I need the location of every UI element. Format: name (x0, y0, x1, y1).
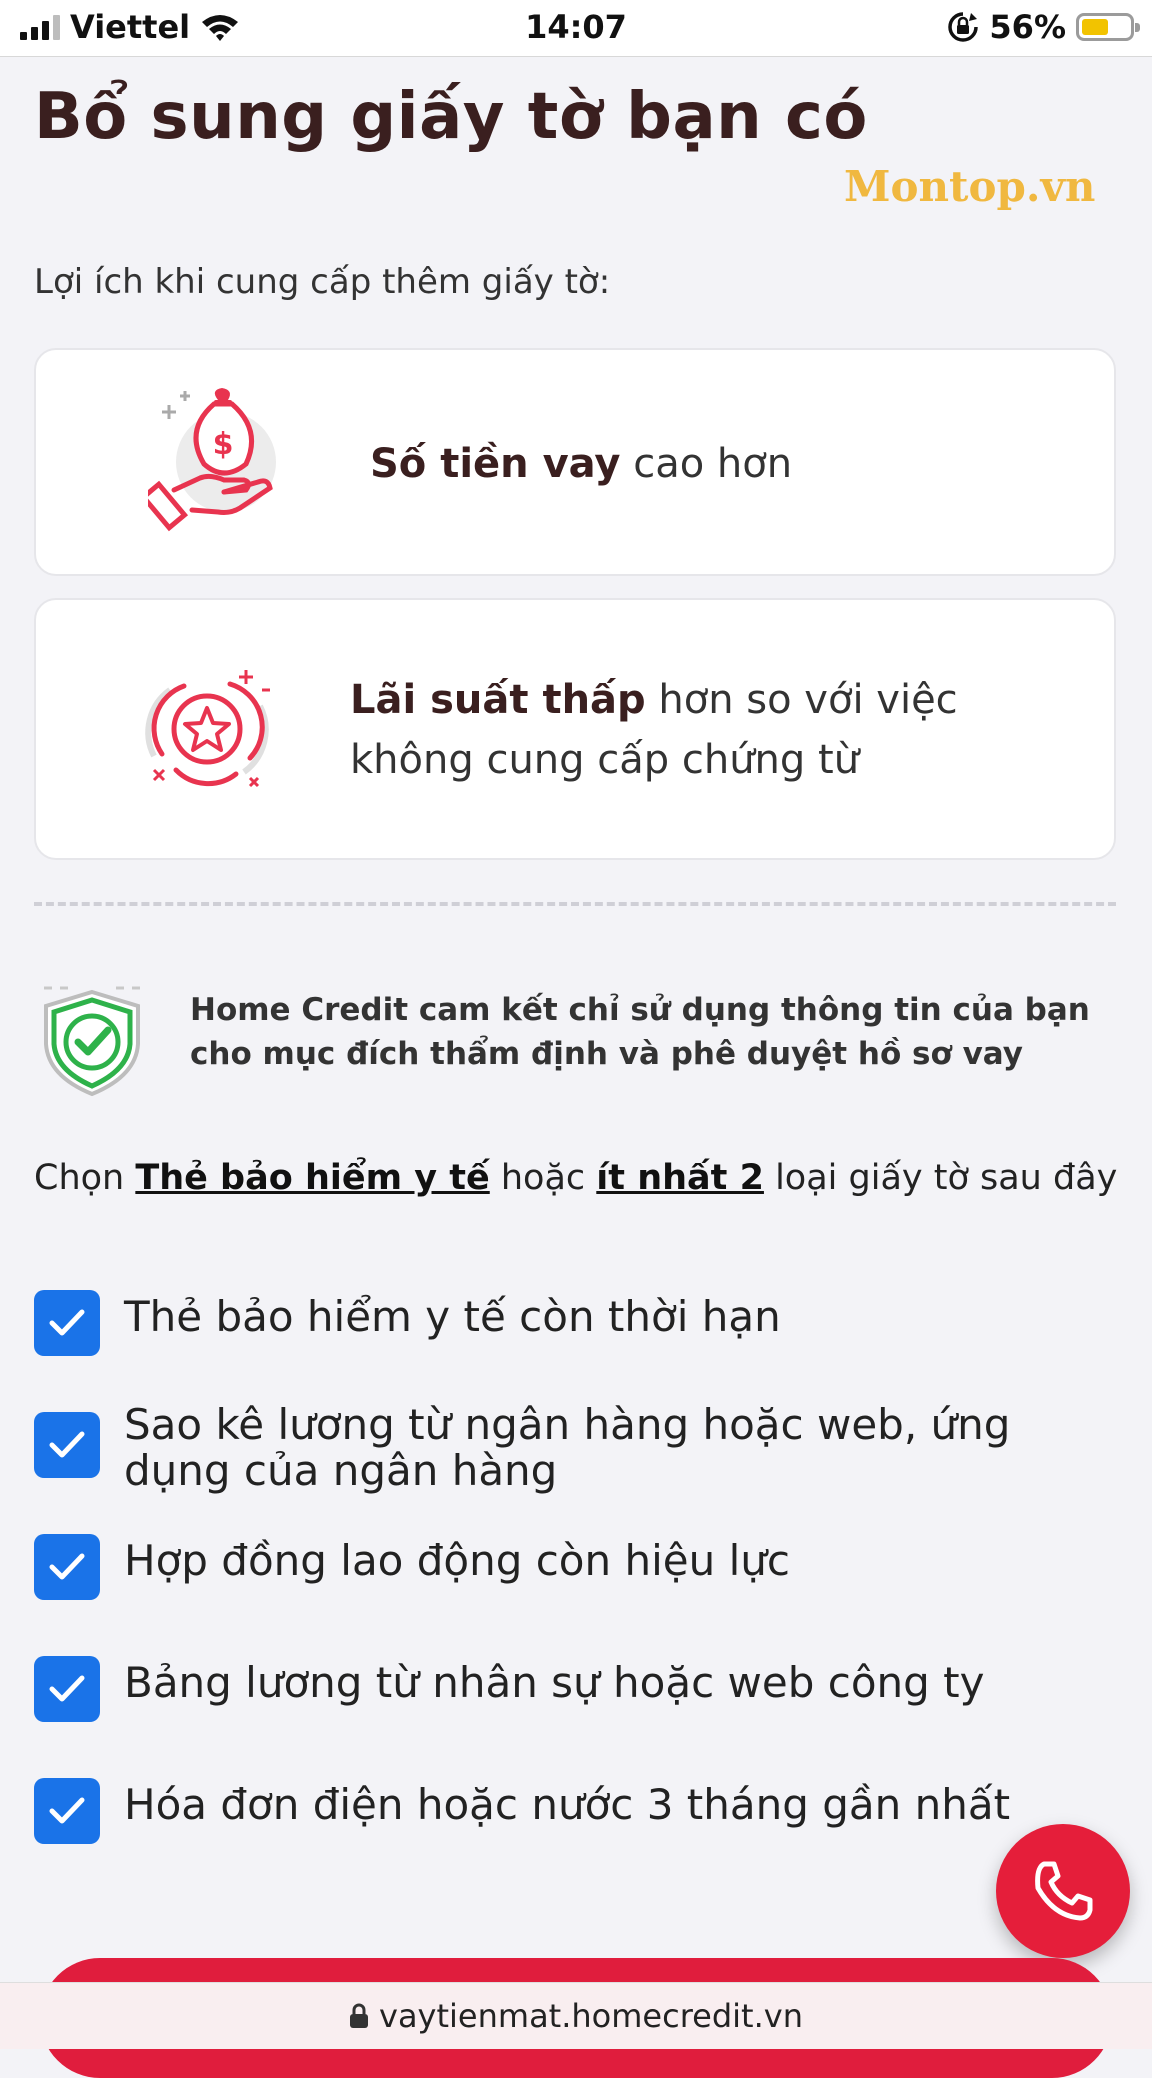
benefit-bold: Lãi suất thấp (350, 677, 646, 723)
benefit-rest: cao hơn (620, 441, 793, 487)
page-title: Bổ sung giấy tờ bạn có (34, 80, 868, 154)
instruction-suffix: loại giấy tờ sau đây (763, 1158, 1118, 1198)
check-icon (49, 1553, 85, 1580)
check-icon (49, 1431, 85, 1458)
section-divider (34, 902, 1116, 906)
checkbox-checked[interactable] (34, 1656, 100, 1722)
benefit-text-loan-amount: Số tiền vay cao hơn (370, 434, 792, 494)
document-option-label: Hóa đơn điện hoặc nước 3 tháng gần nhất (124, 1780, 1011, 1829)
star-badge-icon (145, 670, 270, 788)
check-icon (49, 1309, 85, 1336)
status-bar: Viettel 14:07 56% (0, 0, 1152, 57)
checkbox-checked[interactable] (34, 1778, 100, 1844)
benefit-text-interest-rate: Lãi suất thấp hơn so với việc không cung… (350, 670, 1050, 790)
benefit-bold: Số tiền vay (370, 441, 621, 487)
checkbox-checked[interactable] (34, 1412, 100, 1478)
instruction-health-card-link[interactable]: Thẻ bảo hiểm y tế (135, 1158, 489, 1198)
battery-percent: 56% (989, 8, 1066, 46)
checkbox-checked[interactable] (34, 1534, 100, 1600)
benefit-card-interest-rate: Lãi suất thấp hơn so với việc không cung… (34, 598, 1116, 860)
battery-icon (1076, 13, 1140, 41)
rotation-lock-icon (948, 12, 979, 42)
document-option-label: Bảng lương từ nhân sự hoặc web công ty (124, 1658, 985, 1707)
benefit-card-loan-amount: $ Số tiền vay cao hơn (34, 348, 1116, 576)
instruction-prefix: Chọn (34, 1158, 136, 1198)
status-right: 56% (947, 8, 1140, 46)
document-instruction: Chọn Thẻ bảo hiểm y tế hoặc ít nhất 2 lo… (34, 1158, 1117, 1198)
svg-text:$: $ (213, 427, 234, 462)
document-option-label: Thẻ bảo hiểm y tế còn thời hạn (124, 1292, 781, 1341)
checkbox-checked[interactable] (34, 1290, 100, 1356)
document-option-label: Sao kê lương từ ngân hàng hoặc web, ứng … (124, 1400, 1011, 1495)
money-bag-hand-icon: $ (148, 388, 276, 532)
instruction-middle: hoặc (489, 1158, 597, 1198)
shield-check-icon (44, 986, 140, 1097)
instruction-min-count-link[interactable]: ít nhất 2 (596, 1158, 764, 1198)
commitment-text: Home Credit cam kết chỉ sử dụng thông ti… (190, 992, 1090, 1072)
check-icon (49, 1797, 85, 1824)
call-button[interactable] (996, 1824, 1130, 1958)
url-text: vaytienmat.homecredit.vn (379, 1997, 803, 2035)
browser-url-bar[interactable]: vaytienmat.homecredit.vn (0, 1982, 1152, 2049)
watermark: Montop.vn (844, 162, 1096, 211)
check-icon (49, 1675, 85, 1702)
lock-icon (350, 2003, 368, 2028)
document-option-label: Hợp đồng lao động còn hiệu lực (124, 1536, 790, 1585)
phone-icon (1035, 1861, 1093, 1921)
benefits-subtitle: Lợi ích khi cung cấp thêm giấy tờ: (34, 262, 611, 302)
